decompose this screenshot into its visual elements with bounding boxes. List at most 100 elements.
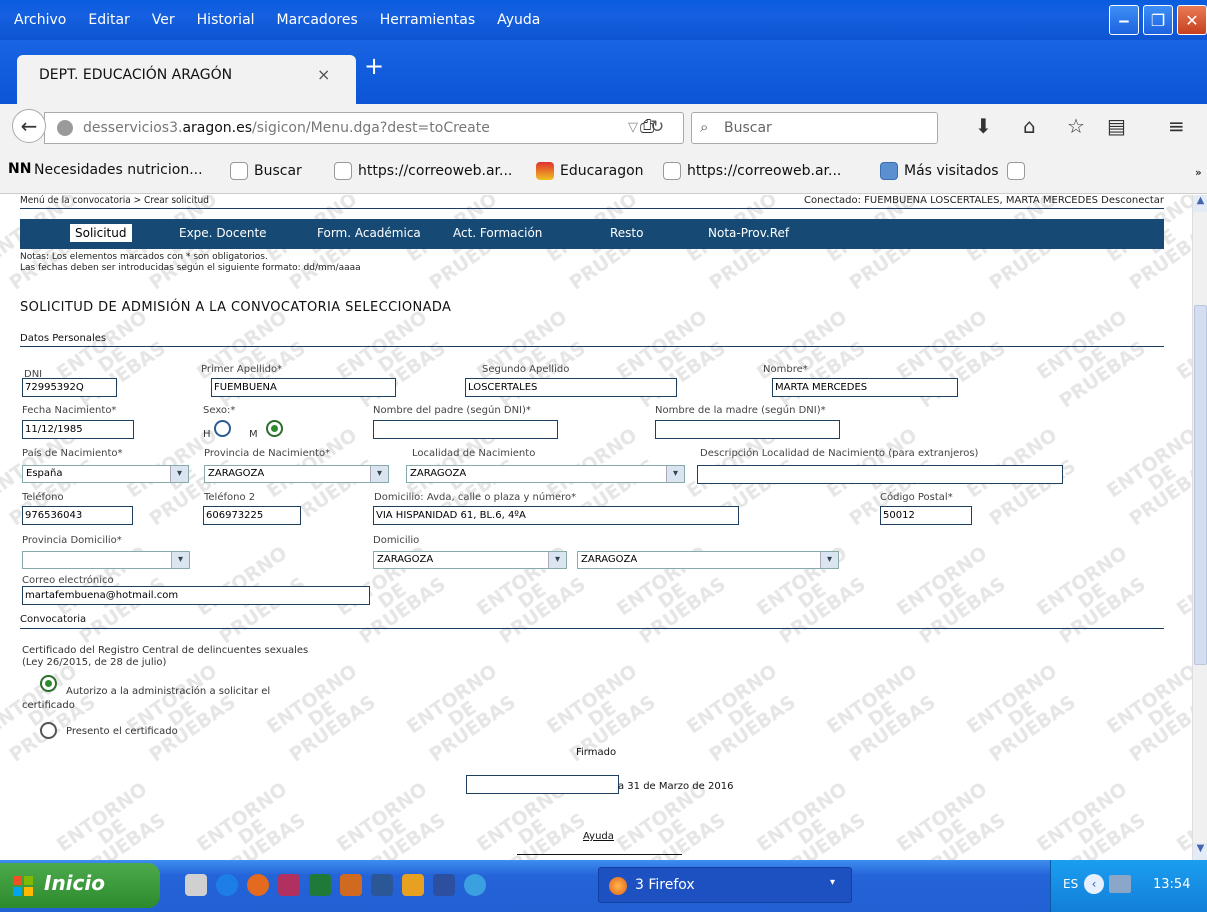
outlook-icon[interactable] bbox=[340, 874, 362, 896]
browser-tab-active[interactable]: DEPT. EDUCACIÓN ARAGÓN × bbox=[17, 55, 356, 105]
bookmarks-overflow-icon[interactable]: » bbox=[1195, 166, 1202, 179]
back-button[interactable]: ← bbox=[12, 109, 46, 143]
nombre-madre-field[interactable] bbox=[655, 420, 840, 439]
pais-nacimiento-select[interactable]: España ▾ bbox=[22, 465, 189, 483]
telefono-field[interactable]: 976536043 bbox=[22, 506, 133, 525]
dni-field[interactable]: 72995392Q bbox=[22, 378, 117, 397]
bookmark-buscar[interactable]: Buscar bbox=[230, 162, 302, 180]
tray-expand-icon[interactable]: ‹ bbox=[1084, 874, 1104, 894]
scrollbar-thumb[interactable] bbox=[1194, 305, 1207, 665]
reading-list-icon[interactable]: ▤ bbox=[1107, 114, 1126, 138]
restore-button[interactable]: ❐ bbox=[1143, 5, 1173, 35]
page-icon bbox=[663, 162, 681, 180]
nombre-field[interactable]: MARTA MERCEDES bbox=[772, 378, 958, 397]
menu-editar[interactable]: Editar bbox=[88, 12, 129, 28]
label-sexo-m: M bbox=[249, 429, 258, 440]
new-tab-button[interactable]: + bbox=[364, 52, 384, 80]
ayuda-link[interactable]: Ayuda bbox=[583, 831, 614, 842]
url-prefix: desservicios3. bbox=[83, 120, 183, 136]
tab-resto[interactable]: Resto bbox=[610, 226, 643, 240]
domicilio-provincia-select[interactable]: ZARAGOZA ▾ bbox=[373, 551, 567, 569]
descripcion-localidad-field[interactable] bbox=[697, 465, 1063, 484]
close-window-button[interactable]: ✕ bbox=[1177, 5, 1207, 35]
watermark-text: ENTORNO DE PRUEBAS bbox=[52, 778, 170, 860]
apellido2-field[interactable]: LOSCERTALES bbox=[465, 378, 677, 397]
menu-archivo[interactable]: Archivo bbox=[14, 12, 66, 28]
tab-solicitud[interactable]: Solicitud bbox=[70, 224, 132, 242]
chevron-down-icon: ▾ bbox=[820, 552, 838, 568]
tab-nota-prov-ref[interactable]: Nota-Prov.Ref bbox=[708, 226, 789, 240]
download-icon[interactable]: ⬇ bbox=[975, 114, 992, 138]
menu-historial[interactable]: Historial bbox=[197, 12, 255, 28]
presento-radio[interactable] bbox=[40, 722, 57, 739]
hamburger-menu-icon[interactable]: ≡ bbox=[1168, 114, 1185, 138]
network-icon[interactable] bbox=[1109, 875, 1131, 893]
fecha-nacimiento-field[interactable]: 11/12/1985 bbox=[22, 420, 134, 439]
telefono-2-field[interactable]: 606973225 bbox=[203, 506, 301, 525]
menu-marcadores[interactable]: Marcadores bbox=[277, 12, 358, 28]
menu-ayuda[interactable]: Ayuda bbox=[497, 12, 540, 28]
educaragon-icon bbox=[536, 162, 554, 180]
word-icon[interactable] bbox=[371, 874, 393, 896]
chevron-down-icon: ▾ bbox=[548, 552, 566, 568]
vertical-scrollbar[interactable]: ▲ ▼ bbox=[1192, 195, 1207, 860]
tab-act-formacion[interactable]: Act. Formación bbox=[453, 226, 542, 240]
form-tabs: Solicitud Expe. Docente Form. Académica … bbox=[20, 219, 1164, 249]
search-placeholder: Buscar bbox=[724, 120, 772, 136]
start-button[interactable]: Inicio bbox=[0, 863, 160, 908]
app-icon[interactable] bbox=[433, 874, 455, 896]
url-dropdown-icon[interactable]: ▽ bbox=[628, 120, 638, 135]
tab-expe-docente[interactable]: Expe. Docente bbox=[179, 226, 267, 240]
chevron-down-icon: ▾ bbox=[666, 466, 684, 482]
menu-herramientas[interactable]: Herramientas bbox=[380, 12, 475, 28]
home-icon[interactable]: ⌂ bbox=[1023, 114, 1036, 138]
domicilio-localidad-select[interactable]: ZARAGOZA ▾ bbox=[577, 551, 839, 569]
bookmark-mas-visitados[interactable]: Más visitados bbox=[880, 162, 1031, 180]
apellido1-field[interactable]: FUEMBUENA bbox=[211, 378, 396, 397]
minimize-button[interactable]: ‒ bbox=[1109, 5, 1139, 35]
sexo-h-radio[interactable] bbox=[214, 420, 231, 437]
app-icon[interactable] bbox=[464, 874, 486, 896]
bookmark-educaragon[interactable]: Educaragon bbox=[536, 162, 644, 180]
internet-explorer-icon[interactable] bbox=[216, 874, 238, 896]
bookmark-correoweb-2[interactable]: https://correoweb.ar... bbox=[663, 162, 841, 180]
lugar-firma-field[interactable] bbox=[466, 775, 619, 794]
presento-label: Presento el certificado bbox=[66, 726, 178, 737]
scroll-up-icon[interactable]: ▲ bbox=[1193, 195, 1207, 212]
breadcrumb[interactable]: Menú de la convocatoria > Crear solicitu… bbox=[20, 195, 209, 206]
watermark-text: ENTORNO DE PRUEBAS bbox=[262, 660, 380, 767]
taskbar-firefox-group[interactable]: 3 Firefox ▾ bbox=[598, 867, 852, 903]
clock: 13:54 bbox=[1153, 877, 1191, 892]
label-pais-nacimiento: País de Nacimiento* bbox=[22, 448, 123, 459]
taskbar: Inicio 3 Firefox ▾ ES ‹ 13:54 bbox=[0, 860, 1207, 912]
nn-icon: NN bbox=[8, 161, 32, 177]
url-path: /sigicon/Menu.dga?dest=toCreate bbox=[252, 120, 490, 136]
language-indicator[interactable]: ES bbox=[1063, 877, 1078, 891]
powerpoint-icon[interactable] bbox=[402, 874, 424, 896]
provincia-domicilio-select[interactable]: ▾ bbox=[22, 551, 190, 569]
firefox-icon[interactable] bbox=[247, 874, 269, 896]
nombre-padre-field[interactable] bbox=[373, 420, 558, 439]
excel-icon[interactable] bbox=[309, 874, 331, 896]
codigo-postal-field[interactable]: 50012 bbox=[880, 506, 972, 525]
menu-ver[interactable]: Ver bbox=[152, 12, 175, 28]
app-icon[interactable] bbox=[278, 874, 300, 896]
search-input[interactable]: ⌕ Buscar bbox=[691, 112, 938, 144]
windows-logo-icon bbox=[13, 876, 33, 896]
tab-close-icon[interactable]: × bbox=[317, 65, 330, 84]
provincia-nacimiento-select[interactable]: ZARAGOZA ▾ bbox=[204, 465, 389, 483]
watermark-text: ENTORNO DE PRUEBAS bbox=[752, 778, 870, 860]
localidad-nacimiento-select[interactable]: ZARAGOZA ▾ bbox=[406, 465, 685, 483]
print-icon[interactable]: ⎙ bbox=[640, 116, 654, 137]
tab-form-academica[interactable]: Form. Académica bbox=[317, 226, 421, 240]
bookmark-necesidades[interactable]: Necesidades nutricion... bbox=[34, 162, 203, 178]
user-status: Conectado: FUEMBUENA LOSCERTALES, MARTA … bbox=[804, 195, 1164, 206]
sexo-m-radio[interactable] bbox=[266, 420, 283, 437]
settings-icon[interactable] bbox=[185, 874, 207, 896]
scroll-down-icon[interactable]: ▼ bbox=[1193, 843, 1207, 860]
domicilio-field[interactable]: VIA HISPANIDAD 61, BL.6, 4ºA bbox=[373, 506, 739, 525]
email-field[interactable]: martafembuena@hotmail.com bbox=[22, 586, 370, 605]
bookmark-correoweb-1[interactable]: https://correoweb.ar... bbox=[334, 162, 512, 180]
star-icon[interactable]: ☆ bbox=[1067, 114, 1085, 138]
url-bar[interactable]: desservicios3.aragon.es/sigicon/Menu.dga… bbox=[44, 112, 684, 144]
